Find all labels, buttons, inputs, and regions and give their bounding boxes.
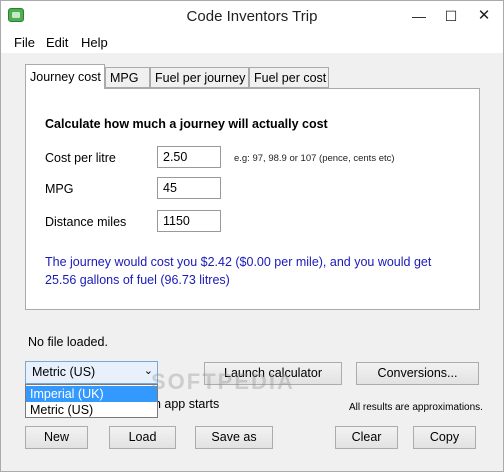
approximation-note: All results are approximations. (349, 402, 483, 413)
result-text: The journey would cost you $2.42 ($0.00 … (45, 255, 432, 287)
load-button[interactable]: Load (109, 426, 176, 449)
conversions-button[interactable]: Conversions... (356, 362, 479, 385)
menu-help[interactable]: Help (81, 35, 108, 50)
app-window: Code Inventors Trip — ☐ ✕ File Edit Help… (0, 0, 504, 472)
menu-bar: File Edit Help (1, 31, 503, 53)
mpg-label: MPG (45, 182, 74, 196)
file-status: No file loaded. (28, 335, 108, 349)
cost-hint: e.g: 97, 98.9 or 107 (pence, cents etc) (234, 153, 395, 164)
units-option-imperial[interactable]: Imperial (UK) (26, 386, 157, 402)
watermark: SOFTPEDIA (151, 369, 295, 394)
units-select-value: Metric (US) (32, 365, 96, 379)
maximize-button[interactable]: ☐ (435, 1, 467, 31)
units-option-metric[interactable]: Metric (US) (26, 402, 157, 418)
panel-heading: Calculate how much a journey will actual… (45, 117, 328, 131)
distance-input[interactable]: 1150 (157, 210, 221, 232)
menu-edit[interactable]: Edit (46, 35, 68, 50)
cost-per-litre-label: Cost per litre (45, 151, 116, 165)
tab-journey-cost[interactable]: Journey cost (25, 64, 105, 89)
new-button[interactable]: New (25, 426, 88, 449)
tab-fuel-per-journey[interactable]: Fuel per journey (150, 67, 249, 88)
minimize-button[interactable]: — (403, 1, 435, 31)
menu-file[interactable]: File (14, 35, 35, 50)
title-bar: Code Inventors Trip — ☐ ✕ (1, 1, 503, 31)
distance-label: Distance miles (45, 215, 127, 229)
copy-button[interactable]: Copy (413, 426, 476, 449)
journey-cost-panel: Calculate how much a journey will actual… (25, 88, 480, 310)
close-button[interactable]: ✕ (467, 1, 501, 31)
units-dropdown-list: Imperial (UK) Metric (US) (25, 384, 158, 418)
mpg-input[interactable]: 45 (157, 177, 221, 199)
tab-fuel-per-cost[interactable]: Fuel per cost (249, 67, 329, 88)
cost-per-litre-input[interactable]: 2.50 (157, 146, 221, 168)
save-as-button[interactable]: Save as (195, 426, 273, 449)
clear-button[interactable]: Clear (335, 426, 398, 449)
units-select[interactable]: Metric (US) ⌄ (25, 361, 158, 384)
tab-mpg[interactable]: MPG (105, 67, 150, 88)
